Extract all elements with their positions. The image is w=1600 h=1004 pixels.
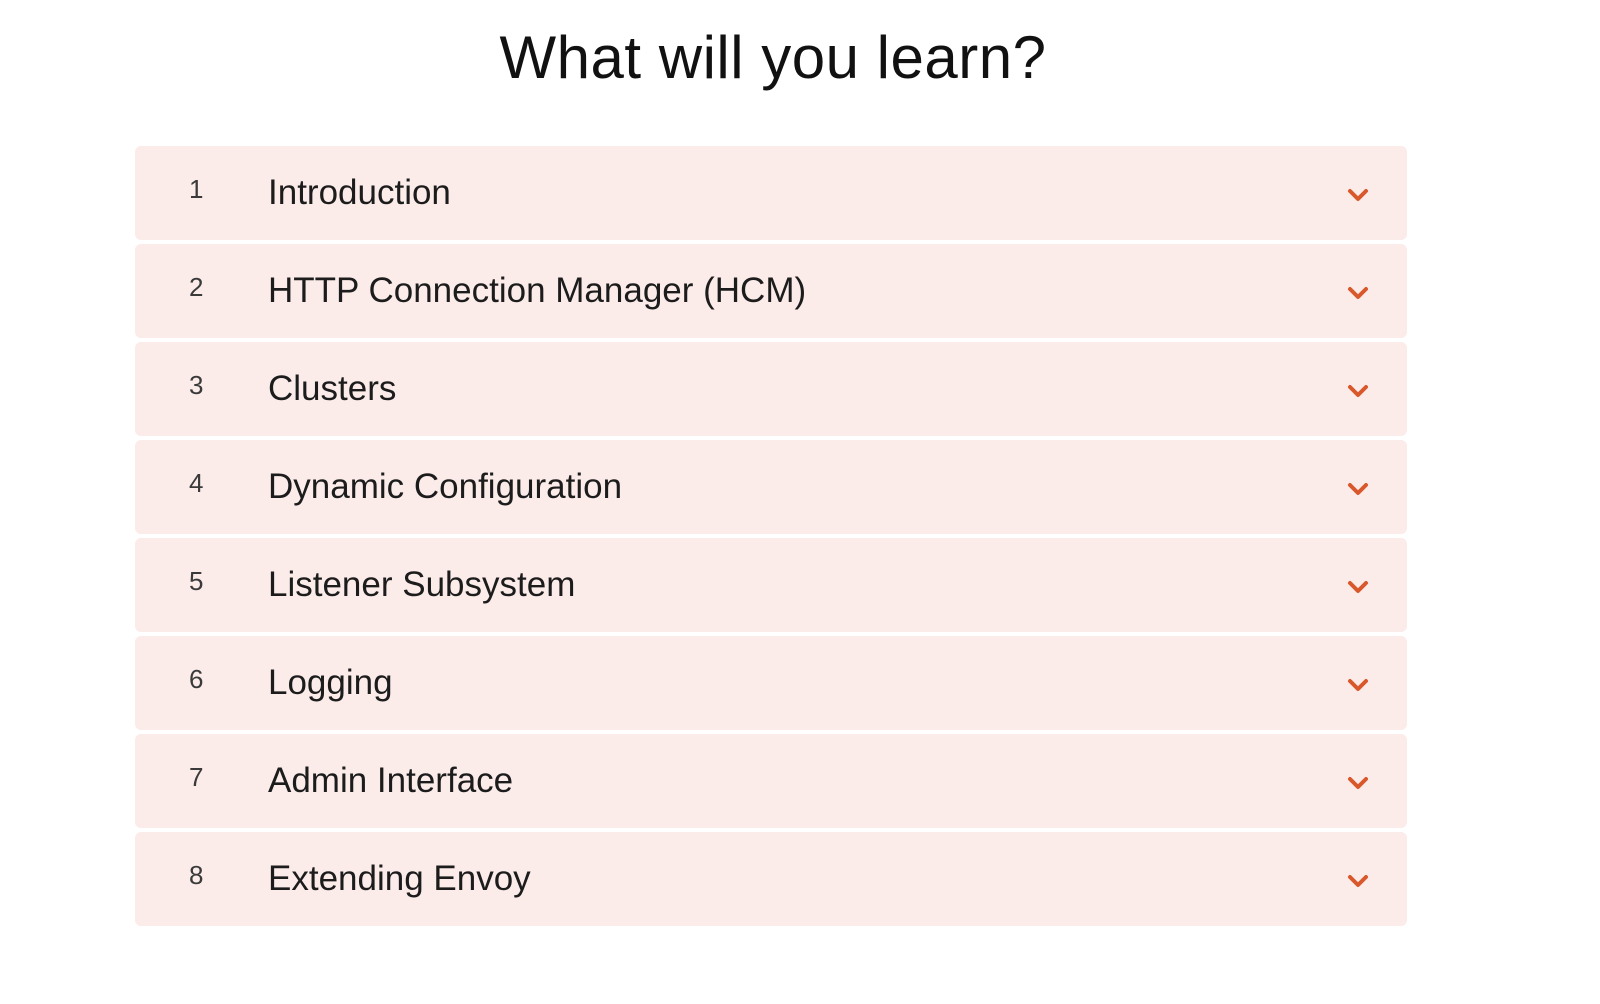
chevron-down-icon[interactable]: [1346, 281, 1370, 305]
module-item-logging[interactable]: 6 Logging: [135, 636, 1407, 730]
module-title: Dynamic Configuration: [268, 467, 623, 506]
chevron-down-icon[interactable]: [1346, 575, 1370, 599]
module-item-http-connection-manager[interactable]: 2 HTTP Connection Manager (HCM): [135, 244, 1407, 338]
module-title: Clusters: [268, 369, 397, 408]
module-number: 8: [189, 860, 204, 890]
module-item-clusters[interactable]: 3 Clusters: [135, 342, 1407, 436]
module-number: 7: [189, 762, 204, 792]
module-title: Logging: [268, 663, 393, 702]
chevron-down-icon[interactable]: [1346, 869, 1370, 893]
chevron-down-icon[interactable]: [1346, 673, 1370, 697]
module-title: Admin Interface: [268, 761, 514, 800]
module-title: Extending Envoy: [268, 859, 531, 898]
module-item-dynamic-configuration[interactable]: 4 Dynamic Configuration: [135, 440, 1407, 534]
module-title: Listener Subsystem: [268, 565, 576, 604]
module-title: HTTP Connection Manager (HCM): [268, 271, 807, 310]
module-number: 6: [189, 664, 204, 694]
module-title: Introduction: [268, 173, 451, 212]
page-title: What will you learn?: [499, 24, 1047, 91]
module-number: 4: [189, 468, 204, 498]
module-number: 1: [189, 174, 204, 204]
chevron-down-icon[interactable]: [1346, 379, 1370, 403]
module-item-extending-envoy[interactable]: 8 Extending Envoy: [135, 832, 1407, 926]
module-item-admin-interface[interactable]: 7 Admin Interface: [135, 734, 1407, 828]
chevron-down-icon[interactable]: [1346, 477, 1370, 501]
module-list: 1 Introduction 2 HTTP Connection Manager…: [135, 146, 1407, 930]
chevron-down-icon[interactable]: [1346, 183, 1370, 207]
module-item-introduction[interactable]: 1 Introduction: [135, 146, 1407, 240]
module-item-listener-subsystem[interactable]: 5 Listener Subsystem: [135, 538, 1407, 632]
module-number: 3: [189, 370, 204, 400]
module-number: 5: [189, 566, 204, 596]
module-number: 2: [189, 272, 204, 302]
chevron-down-icon[interactable]: [1346, 771, 1370, 795]
